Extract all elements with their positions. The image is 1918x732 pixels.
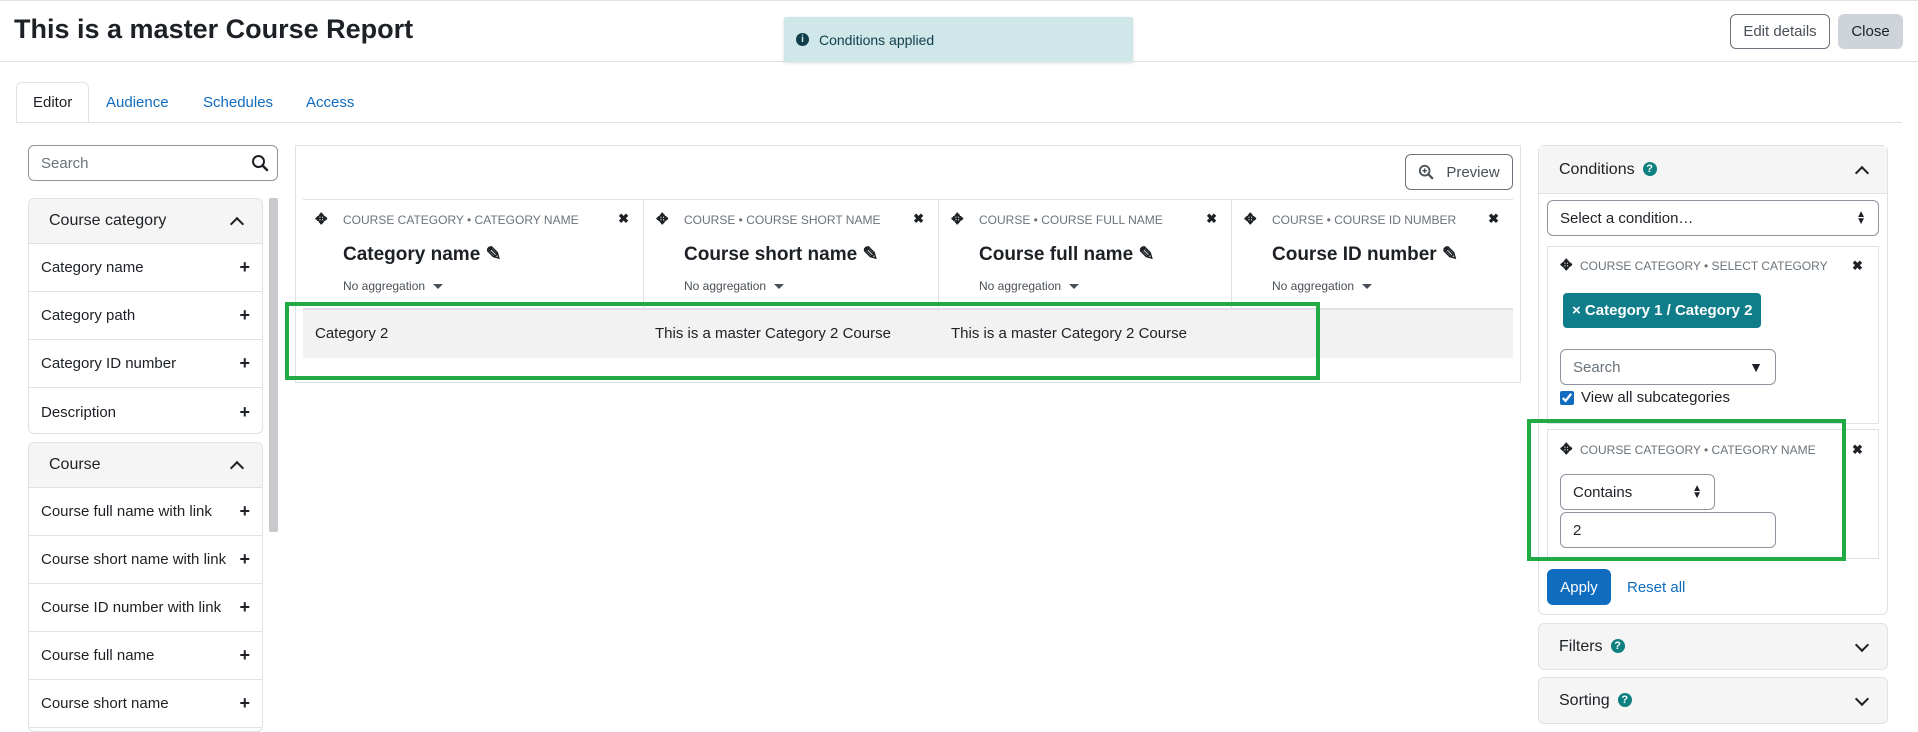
caret-down-icon — [1362, 284, 1373, 290]
move-icon[interactable]: ✥ — [1560, 256, 1573, 274]
move-icon[interactable]: ✥ — [656, 210, 669, 228]
plus-icon: + — [239, 597, 250, 617]
preview-button[interactable]: Preview — [1405, 154, 1513, 190]
help-icon[interactable]: ? — [1610, 639, 1625, 654]
plus-icon: + — [239, 353, 250, 373]
page-title: This is a master Course Report — [14, 14, 414, 44]
sidebar-group-course-category: Course category Category name + Category … — [28, 198, 263, 434]
chevron-up-icon — [1854, 165, 1870, 180]
close-button[interactable]: Close — [1838, 14, 1903, 49]
highlight-box-result — [285, 302, 1320, 380]
move-icon[interactable]: ✥ — [951, 210, 964, 228]
tab-editor[interactable]: Editor — [16, 82, 90, 123]
sidebar-item[interactable]: Course short name + — [29, 680, 262, 728]
sidebar-group-course: Course Course full name with link + Cours… — [28, 442, 263, 732]
remove-column-icon[interactable]: ✖ — [1488, 211, 1499, 227]
sidebar-scrollbar[interactable] — [269, 198, 278, 532]
conditions-header[interactable]: Conditions? — [1539, 146, 1887, 194]
condition-caption: COURSE CATEGORY • SELECT CATEGORY — [1580, 259, 1828, 273]
header-top-border — [303, 199, 1513, 200]
remove-column-icon[interactable]: ✖ — [618, 211, 629, 227]
column-caption: COURSE • COURSE ID NUMBER — [1272, 213, 1457, 227]
remove-condition-icon[interactable]: ✖ — [1852, 442, 1863, 458]
sidebar-search-input[interactable] — [28, 145, 278, 181]
sidebar-item[interactable]: Course full name + — [29, 632, 262, 680]
selected-category-tag[interactable]: × Category 1 / Category 2 — [1563, 293, 1762, 328]
plus-icon: + — [239, 693, 250, 713]
column-caption: COURSE CATEGORY • CATEGORY NAME — [343, 213, 579, 227]
top-border — [0, 0, 1918, 1]
aggregation-dropdown[interactable]: No aggregation — [1272, 279, 1373, 293]
sidebar-item[interactable]: Description + — [29, 388, 262, 433]
column-header-course-full-name: ✥ COURSE • COURSE FULL NAME ✖ Course ful… — [939, 199, 1232, 309]
remove-condition-icon[interactable]: ✖ — [1852, 258, 1863, 274]
aggregation-dropdown[interactable]: No aggregation — [343, 279, 444, 293]
search-icon[interactable] — [251, 154, 269, 172]
tabs-divider — [16, 122, 1902, 123]
tab-schedules[interactable]: Schedules — [187, 82, 289, 123]
sidebar-item[interactable]: Category name + — [29, 244, 262, 292]
plus-icon: + — [239, 401, 250, 422]
pencil-icon[interactable]: ✎ — [1138, 244, 1154, 265]
sidebar-item[interactable]: Course short name with link + — [29, 536, 262, 584]
caret-down-icon — [433, 284, 444, 290]
sidebar-item[interactable]: Course full name with link + — [29, 488, 262, 536]
caret-down-icon — [1069, 284, 1080, 290]
plus-icon: + — [239, 501, 250, 521]
column-header-category-name: ✥ COURSE CATEGORY • CATEGORY NAME ✖ Cate… — [303, 199, 644, 309]
plus-icon: + — [239, 549, 250, 569]
sorting-card[interactable]: Sorting? — [1538, 677, 1888, 724]
tab-audience[interactable]: Audience — [90, 82, 185, 123]
chevron-up-icon — [229, 460, 245, 476]
column-title[interactable]: Course short name ✎ — [684, 243, 878, 266]
chevron-down-icon — [1854, 691, 1870, 706]
column-header-course-id-number: ✥ COURSE • COURSE ID NUMBER ✖ Course ID … — [1232, 199, 1513, 309]
pencil-icon[interactable]: ✎ — [862, 244, 878, 265]
help-icon[interactable]: ? — [1617, 693, 1632, 708]
tab-access[interactable]: Access — [290, 82, 370, 123]
column-title[interactable]: Course full name ✎ — [979, 243, 1154, 266]
plus-icon: + — [239, 645, 250, 665]
group-header-course-category[interactable]: Course category — [29, 199, 262, 244]
select-condition-dropdown[interactable]: Select a condition… ▲ ▼ — [1547, 200, 1879, 236]
column-header-course-short-name: ✥ COURSE • COURSE SHORT NAME ✖ Course sh… — [644, 199, 939, 309]
pencil-icon[interactable]: ✎ — [486, 244, 502, 265]
chevron-down-icon — [1854, 637, 1870, 652]
chevron-up-icon — [229, 216, 245, 232]
caret-down-icon — [774, 284, 785, 290]
filters-card[interactable]: Filters? — [1538, 623, 1888, 670]
column-title[interactable]: Category name ✎ — [343, 243, 501, 266]
sidebar-item[interactable]: Category path + — [29, 292, 262, 340]
highlight-box-condition — [1527, 419, 1846, 561]
remove-column-icon[interactable]: ✖ — [913, 211, 924, 227]
help-icon[interactable]: ? — [1642, 162, 1657, 177]
sidebar-item[interactable]: Category ID number + — [29, 340, 262, 388]
view-subcategories-checkbox[interactable] — [1560, 390, 1574, 405]
toast-message: Conditions applied — [819, 31, 935, 48]
triangle-down-icon: ▼ — [1749, 359, 1763, 375]
select-arrows-icon: ▲ ▼ — [1856, 209, 1866, 227]
sidebar-item[interactable]: Course ID number with link + — [29, 584, 262, 632]
pencil-icon[interactable]: ✎ — [1442, 244, 1458, 265]
move-icon[interactable]: ✥ — [1244, 210, 1257, 228]
plus-icon: + — [239, 257, 250, 277]
plus-icon: + — [239, 305, 250, 325]
column-caption: COURSE • COURSE SHORT NAME — [684, 213, 881, 227]
zoom-in-icon — [1419, 164, 1434, 180]
column-title[interactable]: Course ID number ✎ — [1272, 243, 1458, 266]
edit-details-button[interactable]: Edit details — [1730, 14, 1830, 49]
view-subcategories-option: View all subcategories — [1560, 389, 1730, 406]
apply-button[interactable]: Apply — [1547, 569, 1611, 605]
category-search-dropdown[interactable]: Search ▼ — [1560, 349, 1776, 385]
column-caption: COURSE • COURSE FULL NAME — [979, 213, 1163, 227]
aggregation-dropdown[interactable]: No aggregation — [684, 279, 785, 293]
info-icon: i — [796, 33, 809, 46]
group-header-course[interactable]: Course — [29, 443, 262, 488]
remove-column-icon[interactable]: ✖ — [1206, 211, 1217, 227]
reset-all-link[interactable]: Reset all — [1627, 579, 1685, 596]
aggregation-dropdown[interactable]: No aggregation — [979, 279, 1080, 293]
conditions-applied-toast: i Conditions applied — [784, 17, 1133, 62]
move-icon[interactable]: ✥ — [315, 210, 328, 228]
